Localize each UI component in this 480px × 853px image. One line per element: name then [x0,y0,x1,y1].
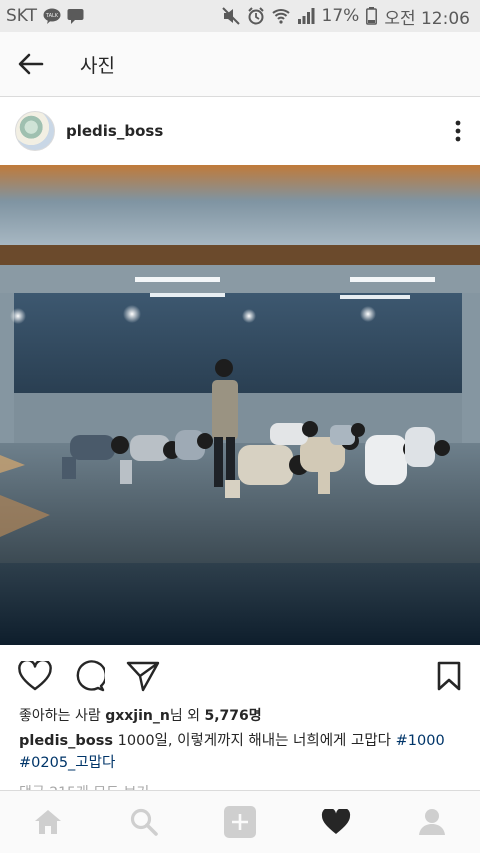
alarm-icon [247,7,265,25]
clock-label: 오전 12:06 [384,8,470,29]
caption-text: 1000일, 이렇게까지 해내는 너희에게 고맙다 [113,733,396,749]
save-button[interactable] [418,654,480,698]
nav-activity[interactable] [306,792,366,852]
nav-profile[interactable] [402,792,462,852]
talk-icon: TALK [43,8,61,24]
app-header: 사진 [0,32,480,97]
post-header: pledis_boss [0,97,480,165]
hashtag-1000[interactable]: #1000 [396,733,445,749]
likes-mid: 님 외 [169,708,205,724]
likes-line: 좋아하는 사람 gxxjin_n님 외 5,776명 [19,705,262,725]
signal-icon [297,8,315,24]
arrow-left-icon [18,53,44,75]
status-left: SKT TALK [6,6,84,26]
status-bar: SKT TALK 17% 오전 12:06 [0,0,480,32]
hashtag-0205[interactable]: #0205_고맙다 [19,755,115,771]
bookmark-icon [437,661,461,691]
home-icon [35,810,61,834]
search-icon [130,808,158,836]
page-title: 사진 [80,54,115,77]
comment-button[interactable] [70,654,108,698]
likes-user[interactable]: gxxjin_n [105,708,170,724]
chat-icon [67,8,84,24]
mute-icon [221,7,240,25]
share-button[interactable] [108,654,178,698]
like-button[interactable] [0,654,70,698]
dance-photo [0,165,480,645]
battery-icon [366,7,378,25]
nav-search[interactable] [114,792,174,852]
battery-label: 17% [321,6,360,26]
profile-icon [419,809,445,835]
talk-badge-text: TALK [45,13,59,19]
avatar[interactable] [15,111,55,151]
post-caption: pledis_boss 1000일, 이렇게까지 해내는 너희에게 고맙다 #1… [19,730,469,774]
heart-outline-icon [18,661,52,691]
bottom-nav [0,790,480,853]
view-comments-link[interactable]: 댓글 215개 모두 보기 [19,782,149,790]
status-right: 17% 오전 12:06 [221,4,470,29]
back-button[interactable] [0,32,62,97]
caption-username[interactable]: pledis_boss [19,733,113,749]
add-icon [224,806,256,838]
comment-icon [76,660,105,692]
post-photo[interactable] [0,165,480,645]
heart-icon [321,809,351,834]
share-icon [126,661,160,692]
more-options-button[interactable] [436,109,480,153]
post-actions [0,645,480,707]
likes-prefix: 좋아하는 사람 [19,708,106,724]
nav-add[interactable] [210,792,270,852]
more-vertical-icon [455,120,461,142]
carrier-label: SKT [6,6,38,26]
wifi-icon [271,8,290,24]
likes-count[interactable]: 5,776명 [204,708,261,724]
nav-home[interactable] [18,792,78,852]
post-username[interactable]: pledis_boss [66,122,163,140]
